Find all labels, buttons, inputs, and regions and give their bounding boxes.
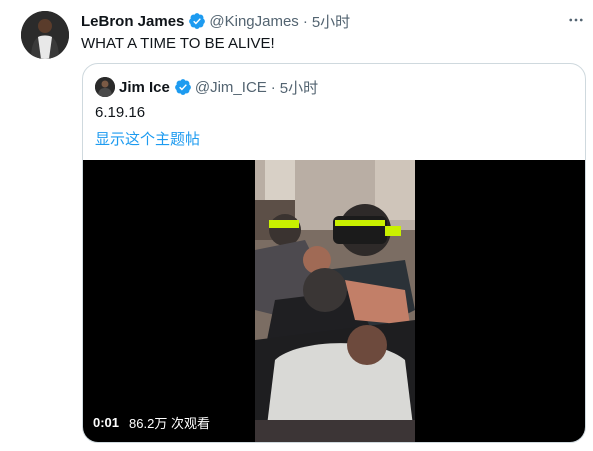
quote-time[interactable]: 5小时: [280, 77, 318, 98]
quote-text: 6.19.16: [95, 104, 146, 121]
quote-header: Jim Ice @Jim_ICE · 5小时: [95, 77, 318, 97]
more-horizontal-icon[interactable]: [566, 10, 586, 30]
more-dots-icon: [569, 18, 583, 22]
verified-badge-icon: [189, 13, 206, 29]
video-player[interactable]: 0:01 86.2万 次观看: [83, 160, 585, 442]
quote-author-avatar[interactable]: [95, 77, 115, 97]
tweet-text: WHAT A TIME TO BE ALIVE!: [81, 35, 275, 52]
separator-dot: ·: [270, 78, 276, 96]
video-timestamp: 0:01: [93, 415, 120, 430]
quote-author-name[interactable]: Jim Ice: [119, 79, 170, 96]
tweet-time[interactable]: 5小时: [312, 11, 350, 32]
tweet-header: LeBron James @KingJames · 5小时: [81, 11, 350, 31]
verified-badge-icon: [174, 79, 191, 95]
show-thread-link[interactable]: 显示这个主题帖: [95, 128, 200, 149]
separator-dot: ·: [302, 12, 308, 30]
quote-author-handle[interactable]: @Jim_ICE: [195, 79, 267, 96]
author-handle[interactable]: @KingJames: [209, 13, 298, 30]
author-avatar[interactable]: [21, 11, 69, 59]
quoted-tweet-card[interactable]: Jim Ice @Jim_ICE · 5小时 6.19.16 显示这个主题帖 0…: [82, 63, 586, 443]
video-views: 86.2万 次观看: [129, 416, 210, 431]
quote-avatar-image: [95, 77, 115, 97]
video-still-image: [255, 160, 415, 442]
video-frame: [255, 160, 415, 442]
avatar-image: [21, 11, 69, 59]
author-name[interactable]: LeBron James: [81, 13, 184, 30]
video-overlay: 0:01 86.2万 次观看: [93, 413, 210, 432]
